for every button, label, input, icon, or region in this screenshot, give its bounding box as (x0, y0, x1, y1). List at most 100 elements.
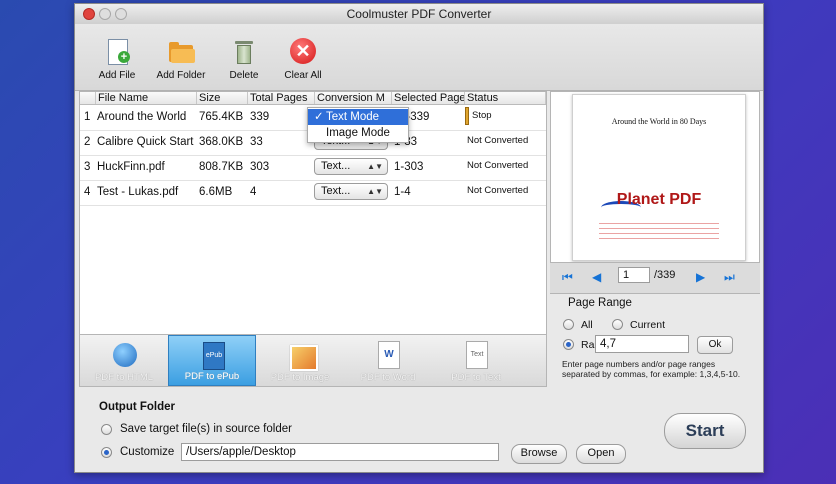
total-pages: 4 (250, 186, 257, 198)
row-index: 1 (84, 111, 91, 123)
file-size: 765.4KB (199, 111, 244, 123)
format-selector: PDF to HTML ePub PDF to ePub PDF to Imag… (79, 335, 547, 387)
row-index: 4 (84, 186, 91, 198)
format-label: PDF to Image (270, 372, 330, 383)
header-file-name[interactable]: File Name (96, 92, 197, 104)
output-folder-panel: Output Folder Save target file(s) in sou… (79, 393, 759, 469)
range-current-label: Current (630, 319, 666, 331)
page-range-input[interactable]: 4,7 (595, 335, 689, 353)
range-current-radio[interactable] (612, 319, 623, 330)
add-file-icon: + (102, 38, 132, 66)
total-pages: 339 (250, 111, 270, 123)
format-label: PDF to ePub (184, 371, 240, 382)
preview-text-lines (599, 221, 719, 241)
folder-icon (166, 38, 196, 66)
delete-label: Delete (229, 70, 259, 81)
ok-button[interactable]: Ok (697, 336, 733, 354)
title-bar: Coolmuster PDF Converter (75, 4, 763, 25)
planet-pdf-logo: Planet PDF (616, 191, 702, 208)
updown-arrow-icon: ▲▼ (367, 162, 383, 171)
menu-item-image-mode[interactable]: Image Mode (308, 125, 408, 141)
word-icon: W (378, 341, 400, 369)
file-size: 6.6MB (199, 186, 233, 198)
file-size: 368.0KB (199, 136, 244, 148)
first-page-icon[interactable]: ⏮ (562, 270, 573, 285)
text-file-icon: Text (466, 341, 488, 369)
header-total-pages[interactable]: Total Pages (248, 92, 315, 104)
format-pdf-to-html[interactable]: PDF to HTML (80, 335, 168, 386)
header-size[interactable]: Size (197, 92, 248, 104)
total-pages-label: /339 (654, 269, 676, 281)
current-page-input[interactable]: 1 (618, 267, 650, 283)
file-name: HuckFinn.pdf (97, 161, 165, 173)
toolbar: + Add File Add Folder Delete ✕ Clear All (75, 24, 763, 91)
header-selected-page[interactable]: Selected Page (392, 92, 465, 104)
header-index (80, 92, 96, 104)
total-pages: 33 (250, 136, 263, 148)
conversion-mode-menu: ✓ Text Mode Image Mode (307, 107, 409, 143)
range-custom-radio[interactable] (563, 339, 574, 350)
conversion-mode-select[interactable]: Text... ▲▼ (314, 183, 388, 200)
page-range-hint: Enter page numbers and/or page ranges se… (562, 359, 741, 379)
file-table: File Name Size Total Pages Conversion M … (79, 91, 547, 335)
add-file-button[interactable]: + Add File (87, 38, 147, 81)
format-label: PDF to HTML (94, 372, 154, 383)
select-value: Text... (321, 160, 351, 172)
customize-radio[interactable] (101, 447, 112, 458)
selected-pages: 1-4 (394, 186, 411, 198)
epub-icon: ePub (203, 342, 225, 370)
format-pdf-to-epub[interactable]: ePub PDF to ePub (168, 335, 256, 386)
app-window: Coolmuster PDF Converter + Add File Add … (74, 3, 764, 473)
conversion-mode-select[interactable]: Text... ▲▼ (314, 158, 388, 175)
header-status[interactable]: Status (465, 92, 546, 104)
file-name: Calibre Quick Start (97, 136, 194, 148)
save-in-source-label: Save target file(s) in source folder (120, 423, 292, 435)
format-label: PDF to Text (451, 372, 501, 383)
last-page-icon[interactable]: ⏭ (724, 270, 735, 285)
start-button[interactable]: Start (664, 413, 746, 449)
file-name: Test - Lukas.pdf (97, 186, 179, 198)
range-all-label: All (581, 319, 593, 331)
output-path-input[interactable]: /Users/apple/Desktop (181, 443, 499, 461)
previous-page-icon[interactable]: ◀ (592, 270, 601, 284)
row-index: 2 (84, 136, 91, 148)
next-page-icon[interactable]: ▶ (696, 270, 705, 284)
table-row[interactable]: 4 Test - Lukas.pdf 6.6MB 4 Text... ▲▼ 1-4… (80, 180, 546, 206)
open-button[interactable]: Open (576, 444, 626, 464)
word-icon-text: W (384, 349, 394, 360)
page-navigator: ⏮ ◀ 1 /339 ▶ ⏭ (550, 262, 760, 293)
menu-item-label: Text Mode (326, 111, 380, 123)
delete-button[interactable]: Delete (214, 38, 274, 81)
window-title: Coolmuster PDF Converter (346, 7, 492, 21)
browse-button[interactable]: Browse (511, 444, 567, 464)
total-pages: 303 (250, 161, 270, 173)
format-label: PDF to Word (360, 372, 416, 383)
header-conversion-mode[interactable]: Conversion M (315, 92, 392, 104)
save-in-source-radio[interactable] (101, 424, 112, 435)
row-index: 3 (84, 161, 91, 173)
table-row[interactable]: 3 HuckFinn.pdf 808.7KB 303 Text... ▲▼ 1-3… (80, 155, 546, 181)
format-pdf-to-image[interactable]: PDF to Image (256, 335, 344, 386)
progress-bar (465, 107, 469, 125)
checkmark-icon: ✓ (314, 111, 324, 123)
file-name: Around the World (97, 111, 187, 123)
range-all-radio[interactable] (563, 319, 574, 330)
preview-doc-title: Around the World in 80 Days (611, 117, 707, 126)
format-pdf-to-word[interactable]: W PDF to Word (344, 335, 432, 386)
epub-icon-text: ePub (205, 352, 223, 359)
customize-label: Customize (120, 446, 175, 458)
status-text: Not Converted (467, 185, 529, 196)
page-thumbnail: Around the World in 80 Days Planet PDF (572, 94, 746, 261)
status-text: Not Converted (467, 135, 529, 146)
add-folder-button[interactable]: Add Folder (151, 38, 211, 81)
trash-icon (229, 38, 259, 66)
menu-item-label: Image Mode (326, 127, 390, 139)
image-icon (290, 345, 318, 371)
add-folder-label: Add Folder (156, 70, 206, 81)
selected-pages: 1-303 (394, 161, 424, 173)
format-pdf-to-text[interactable]: Text PDF to Text (432, 335, 520, 386)
clear-all-label: Clear All (284, 70, 322, 81)
menu-item-text-mode[interactable]: ✓ Text Mode (308, 109, 408, 125)
text-icon-text: Text (470, 351, 484, 358)
clear-all-button[interactable]: ✕ Clear All (273, 38, 333, 81)
